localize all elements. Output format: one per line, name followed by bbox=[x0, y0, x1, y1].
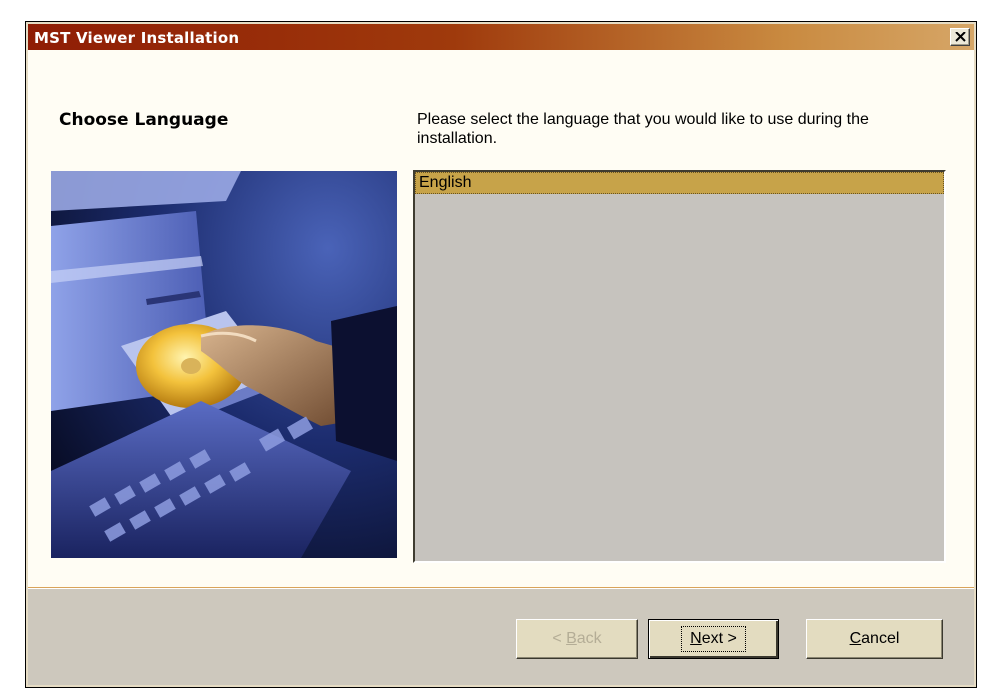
next-button-label: Next > bbox=[681, 626, 746, 652]
window-title: MST Viewer Installation bbox=[34, 29, 240, 47]
next-button[interactable]: Next > bbox=[648, 619, 779, 659]
back-button-label: < Back bbox=[552, 630, 602, 647]
language-option-english[interactable]: English bbox=[415, 172, 944, 194]
page-heading: Choose Language bbox=[59, 110, 229, 130]
language-listbox[interactable]: English bbox=[413, 170, 946, 563]
installer-illustration bbox=[51, 171, 397, 558]
installer-dialog: MST Viewer Installation Choose Language … bbox=[26, 22, 976, 687]
close-icon bbox=[955, 32, 966, 42]
cancel-button-label: Cancel bbox=[849, 630, 900, 647]
back-button[interactable]: < Back bbox=[516, 619, 638, 659]
instruction-text: Please select the language that you woul… bbox=[417, 111, 869, 147]
close-button[interactable] bbox=[950, 28, 970, 46]
cancel-button[interactable]: Cancel bbox=[806, 619, 943, 659]
cd-drive-image bbox=[51, 171, 397, 558]
title-bar[interactable]: MST Viewer Installation bbox=[28, 24, 974, 50]
content-area: Choose Language Please select the langua… bbox=[28, 50, 974, 587]
